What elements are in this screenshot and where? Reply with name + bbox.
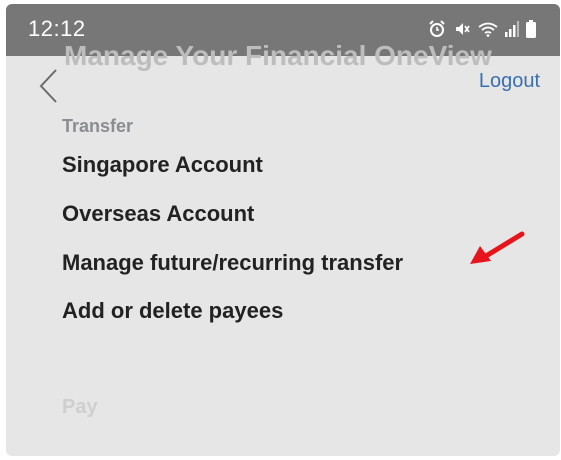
menu-item-add-or-delete-payees[interactable]: Add or delete payees <box>62 298 283 324</box>
back-button[interactable] <box>36 68 62 104</box>
section-label-pay: Pay <box>62 396 98 418</box>
battery-icon <box>526 20 536 38</box>
alarm-icon <box>428 20 446 38</box>
red-arrow-icon <box>466 228 528 268</box>
menu-item-manage-future-recurring-transfer[interactable]: Manage future/recurring transfer <box>62 250 403 276</box>
status-time: 12:12 <box>28 16 86 41</box>
wifi-icon <box>478 21 498 37</box>
chevron-left-icon <box>36 69 62 108</box>
phone-screen: 12:12 Manage Your Financial OneView Logo… <box>6 4 560 456</box>
signal-icon <box>505 21 519 37</box>
status-icons <box>428 20 536 38</box>
menu-item-overseas-account[interactable]: Overseas Account <box>62 201 254 227</box>
page-title: Manage Your Financial OneView <box>64 40 492 71</box>
section-label-transfer: Transfer <box>62 116 134 136</box>
mute-icon <box>453 20 471 38</box>
menu-item-singapore-account[interactable]: Singapore Account <box>62 152 263 178</box>
logout-link[interactable]: Logout <box>479 70 540 93</box>
